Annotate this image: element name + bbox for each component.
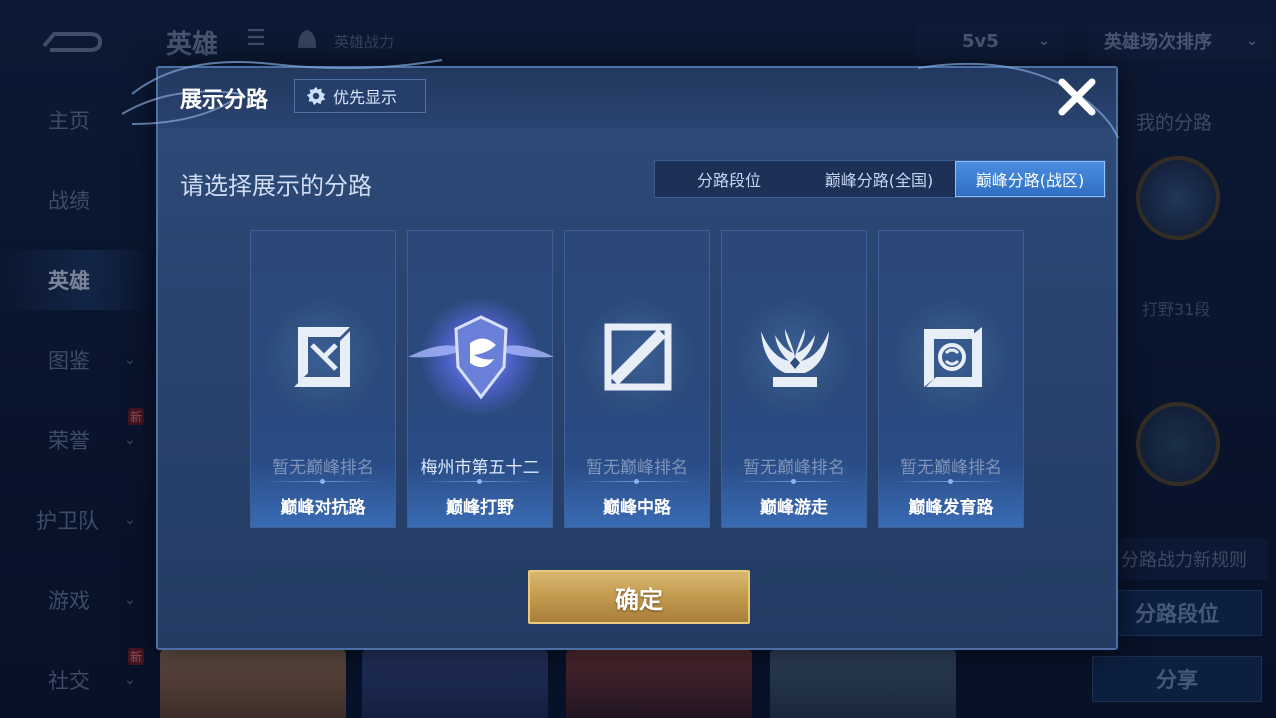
tab-lane-rank[interactable]: 分路段位 [655, 161, 803, 197]
close-icon[interactable] [1056, 76, 1098, 118]
card-divider [734, 479, 854, 484]
peak-rank-text: 暂无巅峰排名 [586, 458, 688, 478]
card-divider [263, 479, 383, 484]
lane-name: 巅峰打野 [446, 498, 514, 518]
lane-name: 巅峰中路 [603, 498, 671, 518]
lane-card-farm[interactable]: 暂无巅峰排名 巅峰发育路 [878, 230, 1024, 528]
lane-card-clash[interactable]: 暂无巅峰排名 巅峰对抗路 [250, 230, 396, 528]
lane-name: 巅峰游走 [760, 498, 828, 518]
clash-lane-icon [294, 327, 350, 387]
card-divider [420, 479, 540, 484]
lane-tabs: 分路段位 巅峰分路(全国) 巅峰分路(战区) [654, 160, 1106, 198]
lane-card-mid[interactable]: 暂无巅峰排名 巅峰中路 [564, 230, 710, 528]
dialog-title: 展示分路 [180, 88, 269, 113]
lane-card-jungle[interactable]: 梅州市第五十二 巅峰打野 [407, 230, 554, 528]
peak-rank-text: 暂无巅峰排名 [743, 458, 845, 478]
lane-name: 巅峰发育路 [908, 498, 994, 518]
lane-name: 巅峰对抗路 [280, 498, 366, 518]
card-divider [891, 479, 1011, 484]
card-divider [577, 479, 697, 484]
mid-lane-icon [604, 323, 672, 391]
roam-icon [761, 329, 829, 387]
lane-card-roam[interactable]: 暂无巅峰排名 巅峰游走 [721, 230, 867, 528]
jungle-emblem-icon [408, 315, 554, 400]
peak-rank-text: 暂无巅峰排名 [272, 458, 374, 478]
tab-peak-district[interactable]: 巅峰分路(战区) [955, 161, 1105, 197]
gear-icon [306, 86, 326, 106]
dialog-subtitle: 请选择展示的分路 [180, 172, 372, 200]
tab-peak-national[interactable]: 巅峰分路(全国) [803, 161, 955, 197]
confirm-button[interactable]: 确定 [528, 570, 750, 624]
priority-display-button[interactable]: 优先显示 [294, 79, 426, 113]
peak-rank-text: 暂无巅峰排名 [900, 458, 1002, 478]
peak-rank-text: 梅州市第五十二 [420, 458, 540, 478]
farm-lane-icon [924, 327, 982, 387]
lane-display-dialog: 展示分路 优先显示 请选择展示的分路 分路段位 巅峰分路(全国) 巅峰分路(战区… [122, 59, 1119, 650]
priority-display-label: 优先显示 [333, 88, 398, 107]
